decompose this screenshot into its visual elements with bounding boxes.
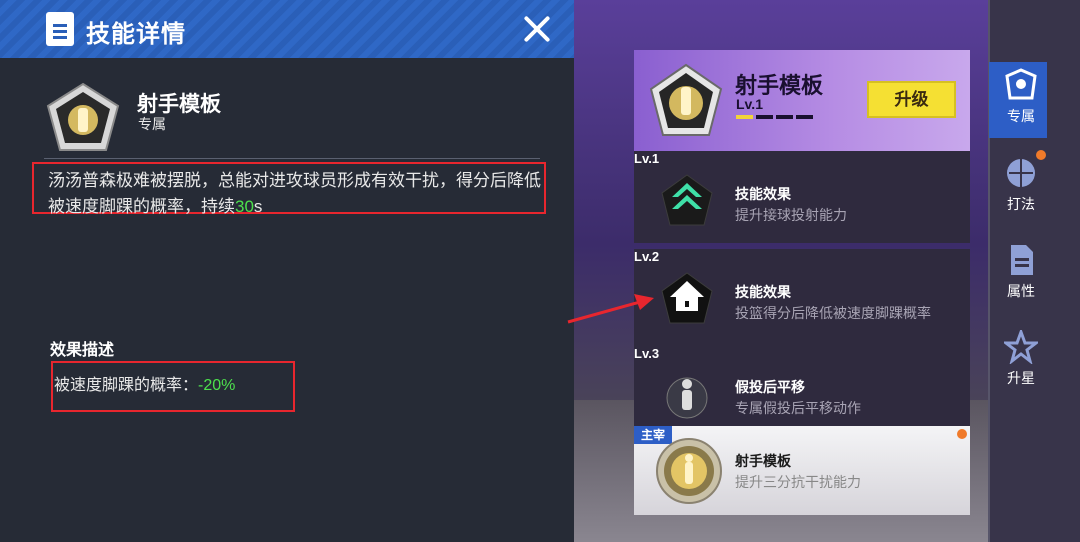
description-text: 汤汤普森极难被摆脱，总能对进攻球员形成有效干扰，得分后降低被速度脚踝的概率，持续 — [48, 171, 541, 216]
level-title: 假投后平移 — [735, 379, 805, 395]
nav-item-attributes[interactable]: 属性 — [996, 243, 1046, 301]
level-subtitle: 投篮得分后降低被速度脚踝概率 — [735, 305, 931, 321]
basketball-icon — [957, 429, 967, 439]
level-tag: Lv.2 — [634, 249, 660, 264]
nav-label: 升星 — [1007, 370, 1035, 386]
skill-card: 射手模板 Lv.1 升级 — [634, 50, 970, 151]
effect-line: 被速度脚踝的概率：-20% — [54, 371, 235, 395]
skill-badge-icon — [649, 63, 723, 136]
nav-label: 属性 — [1007, 283, 1035, 299]
level-segment — [776, 115, 793, 119]
level-progress — [736, 115, 813, 119]
skill-badge-icon — [46, 82, 120, 151]
document-icon — [46, 12, 74, 46]
level-segment — [756, 115, 773, 119]
team-badge-icon — [1005, 68, 1037, 100]
basketball-player-icon — [1007, 159, 1035, 187]
lock-icon — [661, 272, 713, 324]
main-skill-card[interactable]: 主宰 射手模板 提升三分抗干扰能力 — [634, 426, 970, 515]
player-move-icon — [666, 377, 708, 419]
nav-item-playstyle[interactable]: 打法 — [996, 156, 1046, 214]
description-duration: 30 — [235, 197, 254, 216]
nav-item-exclusive[interactable]: 专属 — [996, 68, 1046, 126]
nav-item-star-up[interactable]: 升星 — [996, 330, 1046, 388]
level-subtitle: 专属假投后平移动作 — [735, 400, 861, 416]
level-tag: Lv.3 — [634, 346, 660, 361]
shooter-badge-icon — [656, 438, 722, 504]
skill-card-level: Lv.1 — [736, 96, 763, 112]
divider — [44, 158, 540, 159]
level-title: 技能效果 — [735, 186, 791, 202]
description-unit: s — [253, 197, 263, 216]
star-icon — [1004, 330, 1038, 364]
effect-title: 效果描述 — [50, 342, 115, 359]
level-title: 技能效果 — [735, 284, 791, 300]
effect-label: 被速度脚踝的概率： — [54, 377, 199, 394]
level-row-2[interactable]: Lv.2 技能效果 投篮得分后降低被速度脚踝概率 — [634, 249, 970, 346]
skill-description: 汤汤普森极难被摆脱，总能对进攻球员形成有效干扰，得分后降低被速度脚踝的概率，持续… — [48, 168, 548, 220]
skill-detail-panel: 技能详情 射手模板 专属 汤汤普森极难被摆脱，总能对进攻球员形成有效干扰，得分后… — [0, 0, 574, 542]
level-row-3[interactable]: Lv.3 假投后平移 专属假投后平移动作 — [634, 346, 970, 426]
main-skill-subtitle: 提升三分抗干扰能力 — [735, 474, 861, 490]
chevron-up-icon — [661, 174, 713, 226]
main-skill-title: 射手模板 — [735, 453, 791, 469]
annotation-arrow-icon — [567, 294, 654, 324]
document-icon — [1011, 245, 1033, 275]
level-segment — [796, 115, 813, 119]
level-row-1[interactable]: Lv.1 技能效果 提升接球投射能力 — [634, 151, 970, 243]
nav-label: 专属 — [1007, 108, 1035, 124]
level-segment — [736, 115, 753, 119]
effect-value: -20% — [198, 377, 236, 394]
upgrade-button[interactable]: 升级 — [867, 81, 956, 118]
level-subtitle: 提升接球投射能力 — [735, 207, 847, 223]
panel-header: 技能详情 — [0, 0, 574, 58]
nav-label: 打法 — [1007, 196, 1035, 212]
skill-type: 专属 — [138, 116, 166, 132]
level-tag: Lv.1 — [634, 151, 660, 166]
panel-title: 技能详情 — [86, 21, 186, 48]
close-button[interactable] — [518, 12, 556, 46]
